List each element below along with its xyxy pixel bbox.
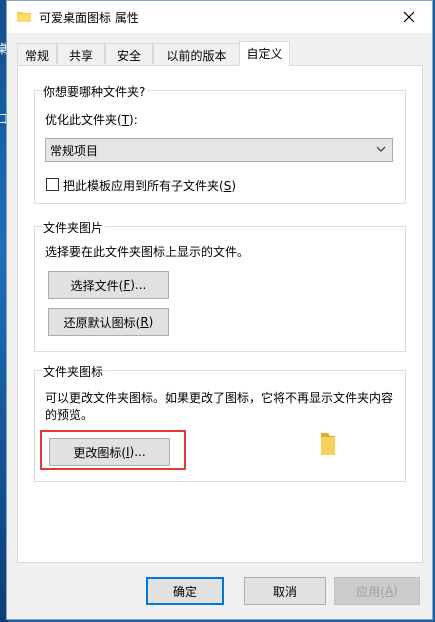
properties-dialog: 可爱桌面图标 属性 常规 共享 安全 以前的版本 自定义 你想要哪种文件夹? 优…	[6, 0, 433, 620]
group-title: 文件夹图标	[41, 363, 106, 380]
tab-previous-versions[interactable]: 以前的版本	[153, 43, 240, 64]
close-button[interactable]	[386, 1, 432, 33]
apply-button[interactable]: 应用(A)	[334, 577, 420, 605]
group-title: 你想要哪种文件夹?	[41, 83, 148, 100]
title-bar: 可爱桌面图标 属性	[7, 1, 432, 33]
folder-icon-description-line2: 的预览。	[45, 408, 94, 422]
tab-sharing[interactable]: 共享	[57, 43, 105, 64]
cancel-button[interactable]: 取消	[244, 577, 326, 605]
folder-icon	[17, 12, 31, 22]
folder-picture-group: 文件夹图片 选择要在此文件夹图标上显示的文件。 选择文件(F)... 还原默认图…	[34, 219, 406, 352]
folder-type-select[interactable]: 常规项目	[45, 138, 393, 162]
restore-default-button[interactable]: 还原默认图标(R)	[48, 308, 169, 336]
folder-picture-description: 选择要在此文件夹图标上显示的文件。	[45, 245, 250, 259]
apply-subfolders-checkbox[interactable]	[46, 178, 59, 191]
window-title: 可爱桌面图标 属性	[39, 11, 139, 25]
chevron-down-icon	[376, 146, 386, 152]
tab-general[interactable]: 常规	[17, 43, 57, 64]
select-value: 常规项目	[50, 144, 99, 158]
tab-panel-customize: 你想要哪种文件夹? 优化此文件夹(T): 常规项目 把此模板应用到所有子文件夹(…	[17, 65, 423, 563]
apply-subfolders-label[interactable]: 把此模板应用到所有子文件夹(S)	[63, 177, 236, 194]
close-icon	[403, 11, 415, 23]
folder-icon-description-line1: 可以更改文件夹图标。如果更改了图标，它将不再显示文件夹内容	[45, 391, 394, 405]
tab-customize[interactable]: 自定义	[239, 41, 290, 66]
ok-button[interactable]: 确定	[146, 577, 224, 605]
folder-type-group: 你想要哪种文件夹? 优化此文件夹(T): 常规项目 把此模板应用到所有子文件夹(…	[34, 83, 406, 204]
optimize-label: 优化此文件夹(T):	[45, 113, 138, 127]
folder-preview-icon	[321, 433, 335, 455]
tab-security[interactable]: 安全	[105, 43, 153, 64]
group-title: 文件夹图片	[41, 219, 106, 236]
highlight-box	[40, 430, 186, 470]
choose-file-button[interactable]: 选择文件(F)...	[48, 271, 169, 299]
